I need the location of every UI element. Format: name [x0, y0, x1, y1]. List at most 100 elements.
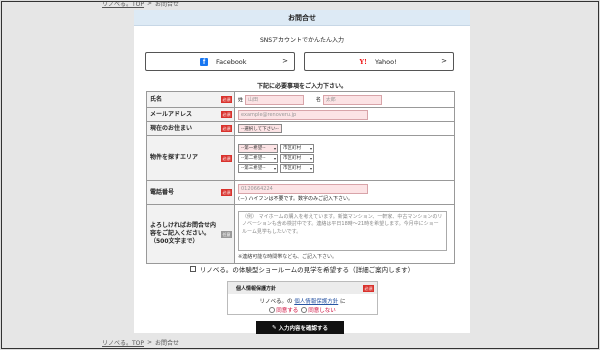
phone-input[interactable]: 0120664224	[238, 183, 368, 194]
email-label: メールアドレス	[150, 110, 193, 118]
required-badge: 必須	[221, 111, 232, 118]
sns-buttons: f Facebook > Y! Yahoo! >	[134, 52, 470, 72]
privacy-radio-group: 同意する 同意しない	[228, 306, 377, 314]
contact-form-panel: お問合せ SNSアカウントでかんたん入力 f Facebook > Y! Yah…	[134, 10, 470, 334]
last-name-input[interactable]: 山田	[244, 94, 304, 105]
area-city-value: 市区町村	[283, 146, 301, 151]
yahoo-login-button[interactable]: Y! Yahoo! >	[304, 52, 454, 71]
inquiry-note: ※連絡可能な時間帯なども、ご記入下さい。	[238, 253, 338, 260]
area-city-select-1[interactable]: 市区町村 ▾	[280, 143, 314, 153]
chevron-right-icon: >	[282, 57, 288, 65]
area-label-cell: 物件を探すエリア 必須	[146, 135, 235, 181]
phone-value-cell: 0120664224 (－) ハイフンは不要です。数字のみご記入下さい。	[234, 180, 455, 205]
form-row-phone: 電話番号 必須 0120664224 (－) ハイフンは不要です。数字のみご記入…	[146, 180, 455, 205]
area-pref-value: --第三希望--	[241, 166, 266, 171]
form-row-name: 氏名 必須 姓 山田 名 太郎	[146, 91, 455, 108]
area-choice-row: --第三希望-- ▾ 市区町村 ▾	[238, 163, 451, 173]
showroom-checkbox[interactable]	[189, 266, 196, 272]
breadcrumb-current: お問合せ	[155, 340, 180, 347]
name-label: 氏名	[150, 95, 163, 103]
email-label-cell: メールアドレス 必須	[146, 107, 235, 122]
inquiry-label-cell: よろしければお問合せ内容をご記入ください。（500文字まで） 任意	[146, 204, 235, 264]
privacy-title: 個人情報保護方針	[236, 285, 277, 292]
area-label: 物件を探すエリア	[150, 154, 199, 161]
residence-select-value: --選択して下さい--	[241, 126, 279, 132]
pencil-icon: ✎	[271, 324, 277, 331]
submit-label: 入力内容を確認する	[278, 325, 329, 332]
contact-form-table: 氏名 必須 姓 山田 名 太郎 メールアドレス 必須 example@renov…	[146, 91, 455, 264]
area-pref-value: --第一希望--	[241, 146, 266, 151]
chevron-down-icon: ▾	[309, 145, 312, 151]
chevron-down-icon: ▾	[273, 165, 276, 171]
facebook-login-button[interactable]: f Facebook >	[145, 52, 295, 71]
required-badge: 必須	[221, 125, 232, 132]
privacy-box: 個人情報保護方針 必須 リノベる。の 個人情報保護方針 に 同意する 同意しない	[227, 281, 378, 315]
breadcrumb-separator: >	[147, 339, 153, 346]
breadcrumb-separator: >	[147, 1, 153, 7]
last-name-prefix: 姓	[238, 97, 244, 103]
showroom-check-row[interactable]: リノベる。の体験型ショールームの見学を希望する（詳細ご案内します）	[174, 264, 430, 274]
form-row-email: メールアドレス 必須 example@renoveru.jp	[146, 107, 455, 122]
name-label-cell: 氏名 必須	[146, 91, 235, 108]
sns-section-title: SNSアカウントでかんたん入力	[259, 37, 345, 44]
privacy-agree-radio[interactable]: 同意する	[269, 306, 298, 314]
email-input[interactable]: example@renoveru.jp	[238, 109, 368, 120]
required-badge: 必須	[221, 96, 232, 103]
page-title-text: お問合せ	[288, 13, 316, 22]
form-row-area: 物件を探すエリア 必須 --第一希望-- ▾ 市区町村 ▾ --第二希望-- ▾ 市区…	[146, 135, 455, 181]
privacy-agree-label: 同意する	[276, 308, 299, 314]
first-name-input[interactable]: 太郎	[322, 94, 382, 105]
chevron-down-icon: ▾	[273, 145, 276, 151]
page-title: お問合せ	[134, 10, 470, 26]
chevron-down-icon: ▾	[273, 155, 276, 161]
inquiry-label: よろしければお問合せ内容をご記入ください。（500文字まで）	[150, 222, 217, 245]
residence-label: 現在のお住まい	[150, 124, 193, 132]
privacy-text-suffix: に	[340, 299, 346, 305]
residence-select[interactable]: --選択して下さい--	[238, 124, 282, 133]
privacy-text: リノベる。の 個人情報保護方針 に	[228, 297, 377, 305]
inquiry-value-cell: （例） マイホームの購入を考えています。新築マンション、一軒家、中古マンションの…	[234, 204, 455, 264]
breadcrumb-home-link[interactable]: リノベる。TOP	[102, 338, 144, 347]
facebook-label: Facebook	[216, 58, 247, 66]
breadcrumb-current: お問合せ	[155, 1, 180, 8]
optional-badge: 任意	[221, 230, 232, 238]
area-city-value: 市区町村	[283, 156, 301, 161]
area-pref-select-1[interactable]: --第一希望-- ▾	[238, 143, 278, 153]
required-badge: 必須	[221, 154, 232, 162]
area-city-select-3[interactable]: 市区町村 ▾	[280, 163, 314, 173]
area-city-select-2[interactable]: 市区町村 ▾	[280, 153, 314, 163]
yahoo-icon: Y!	[359, 58, 367, 66]
residence-label-cell: 現在のお住まい 必須	[146, 121, 235, 136]
breadcrumb-home-link[interactable]: リノベる。TOP	[102, 2, 144, 8]
first-name-prefix: 名	[315, 97, 321, 103]
area-choice-row: --第一希望-- ▾ 市区町村 ▾	[238, 143, 451, 153]
breadcrumb-bottom: リノベる。TOP > お問合せ	[102, 338, 179, 347]
email-value-cell: example@renoveru.jp	[234, 107, 455, 122]
confirm-submit-button[interactable]: ✎ 入力内容を確認する	[256, 321, 344, 334]
chevron-down-icon: ▾	[309, 155, 312, 161]
privacy-disagree-label: 同意しない	[308, 308, 336, 314]
screen-frame: リノベる。TOP > お問合せ お問合せ SNSアカウントでかんたん入力 f F…	[1, 1, 599, 349]
privacy-header: 個人情報保護方針 必須	[228, 282, 377, 294]
required-badge: 必須	[221, 189, 232, 196]
phone-label-cell: 電話番号 必須	[146, 180, 235, 205]
radio-circle-icon	[301, 307, 308, 313]
chevron-right-icon: >	[441, 57, 447, 65]
form-row-residence: 現在のお住まい 必須 --選択して下さい--	[146, 121, 455, 136]
phone-note: (－) ハイフンは不要です。数字のみご記入下さい。	[238, 195, 353, 202]
privacy-text-prefix: リノベる。の	[259, 299, 293, 305]
privacy-disagree-radio[interactable]: 同意しない	[301, 306, 336, 314]
privacy-policy-link[interactable]: 個人情報保護方針	[294, 299, 338, 305]
inquiry-textarea[interactable]: （例） マイホームの購入を考えています。新築マンション、一軒家、中古マンションの…	[238, 210, 447, 251]
area-pref-value: --第二希望--	[241, 156, 266, 161]
area-choice-row: --第二希望-- ▾ 市区町村 ▾	[238, 153, 451, 163]
radio-circle-icon	[269, 307, 276, 313]
area-pref-select-3[interactable]: --第三希望-- ▾	[238, 163, 278, 173]
showroom-check-label: リノベる。の体験型ショールームの見学を希望する（詳細ご案内します）	[199, 266, 415, 274]
form-row-inquiry: よろしければお問合せ内容をご記入ください。（500文字まで） 任意 （例） マイ…	[146, 204, 455, 264]
yahoo-label: Yahoo!	[375, 58, 397, 66]
breadcrumb-top: リノベる。TOP > お問合せ	[102, 1, 180, 8]
name-value-cell: 姓 山田 名 太郎	[234, 91, 455, 108]
area-pref-select-2[interactable]: --第二希望-- ▾	[238, 153, 278, 163]
residence-value-cell: --選択して下さい--	[234, 121, 455, 136]
